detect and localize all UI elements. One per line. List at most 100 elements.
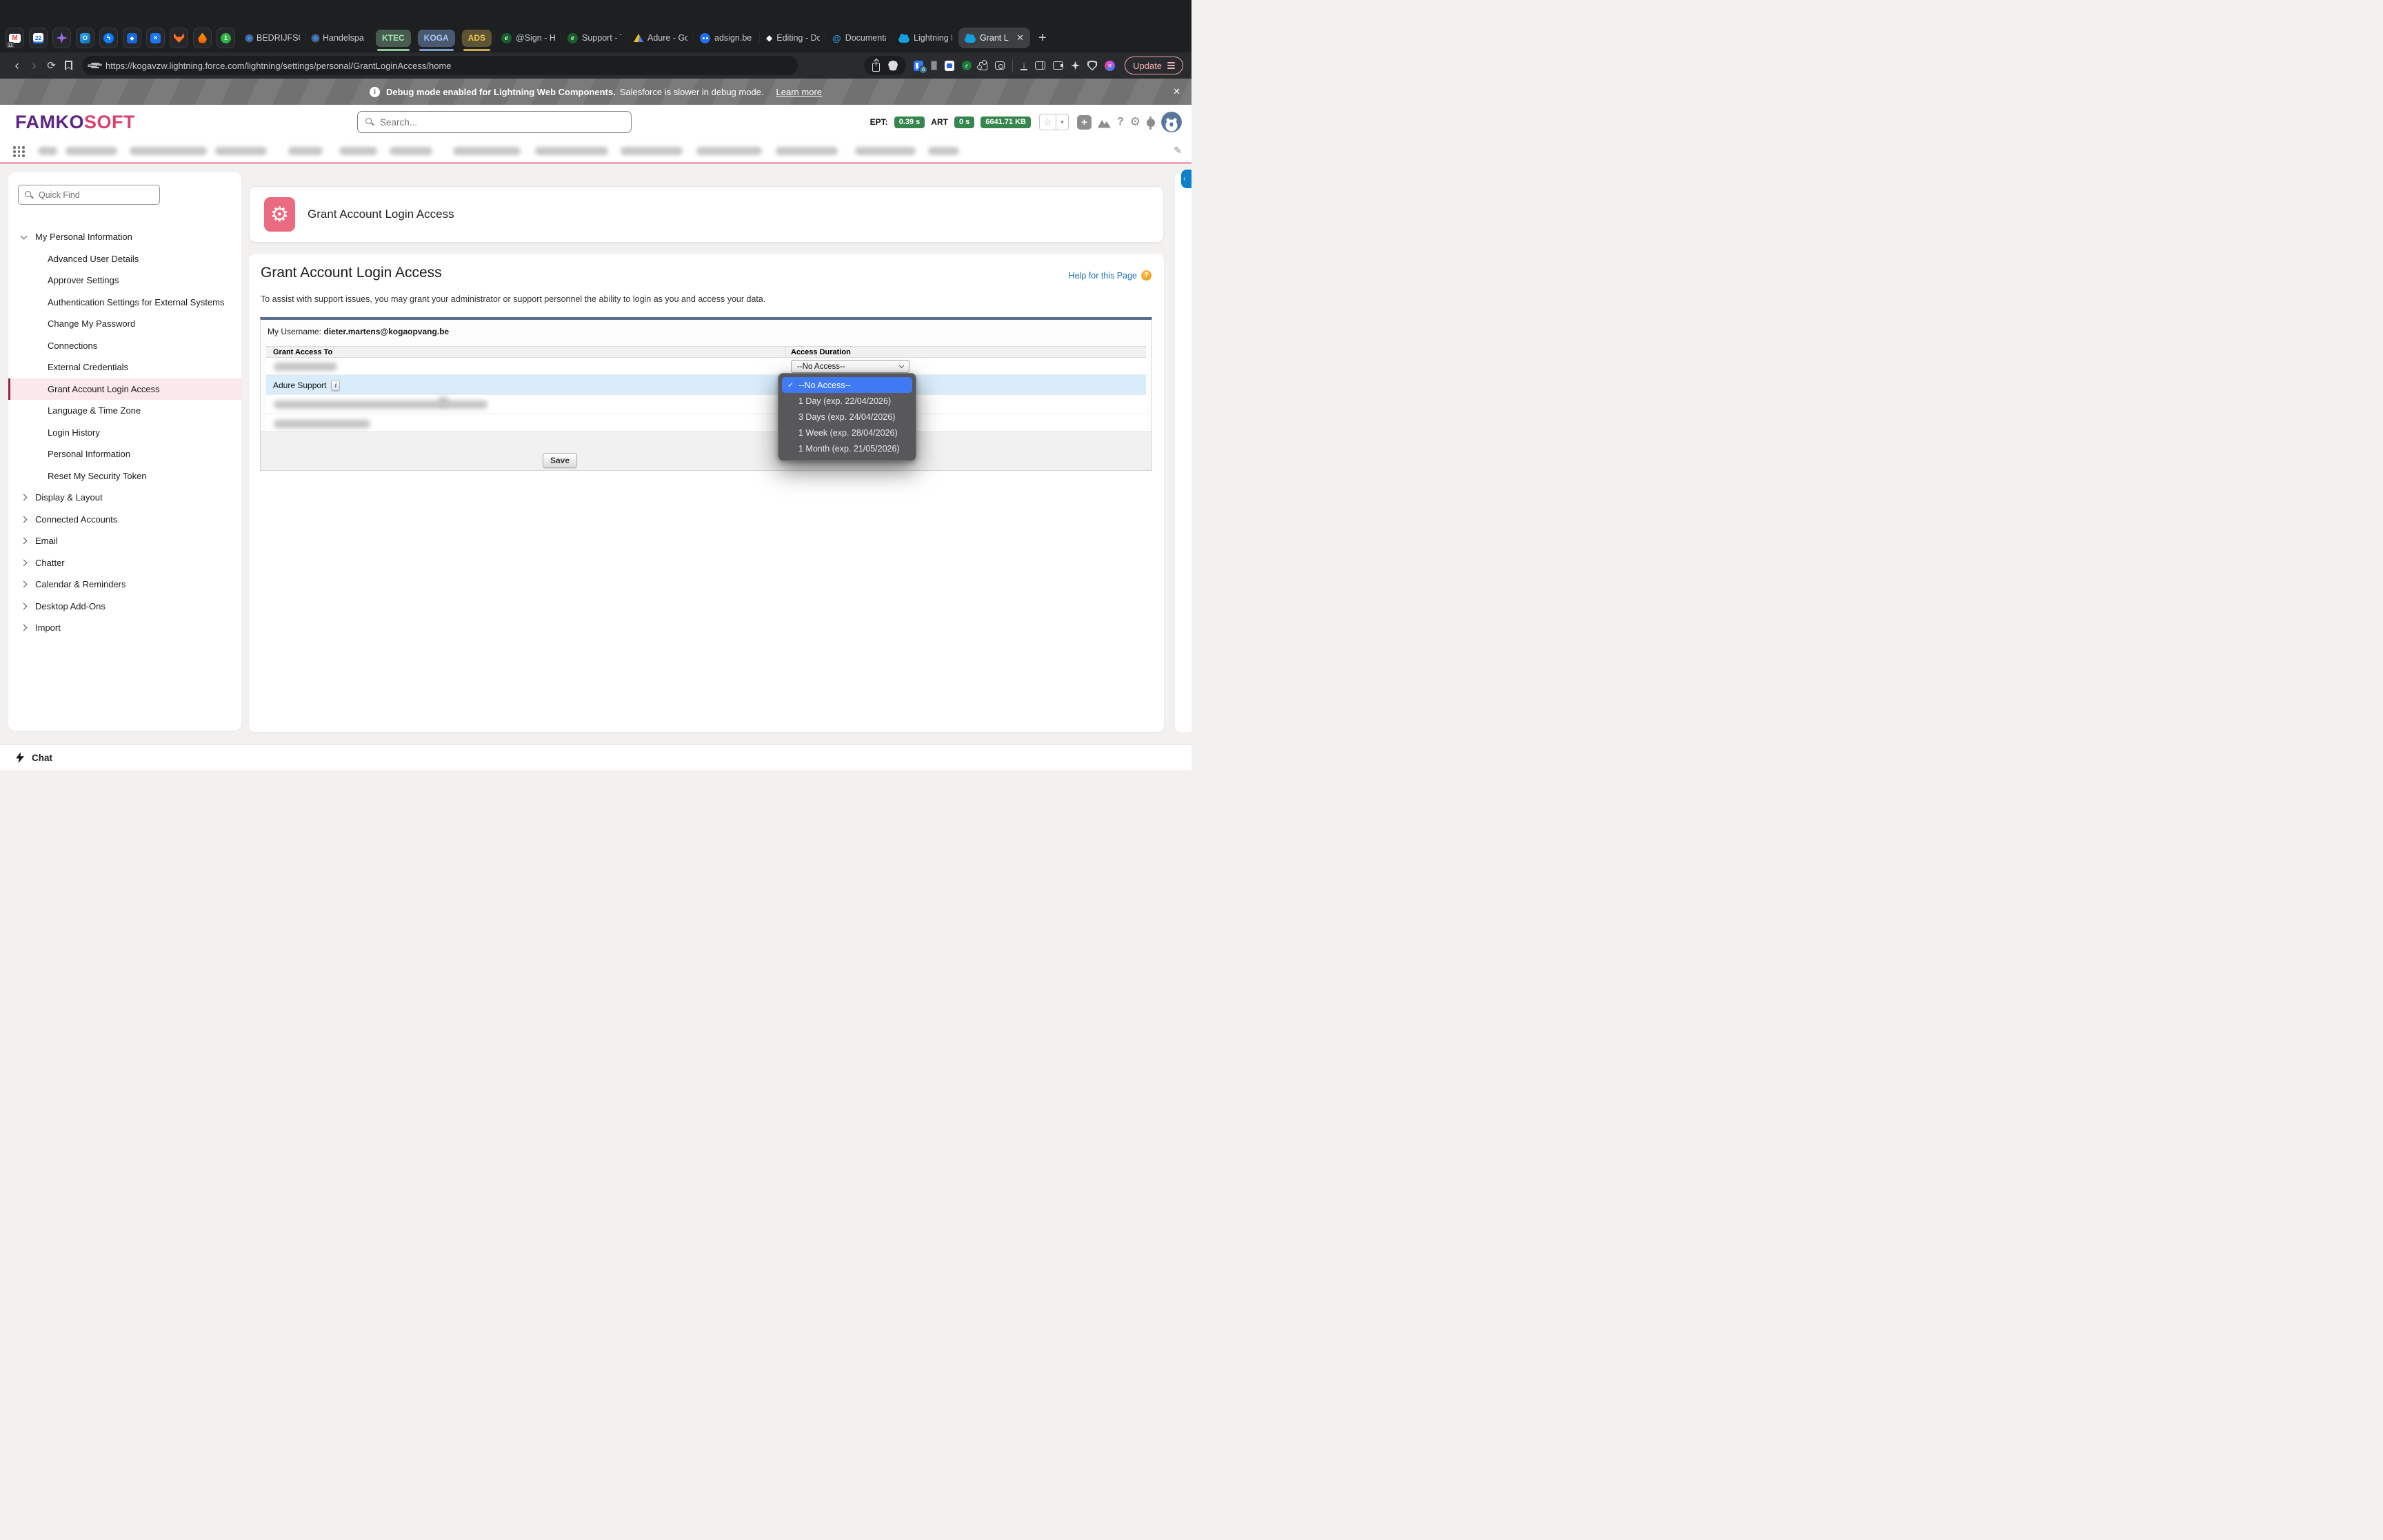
nav-item-redacted[interactable] (66, 147, 117, 155)
pinned-tab-gmail[interactable]: M 11 (6, 28, 24, 48)
address-bar[interactable]: https://kogavzw.lightning.force.com/ligh… (82, 56, 798, 75)
pinned-tab-outlook[interactable]: O (76, 28, 94, 48)
tab-group-ktec[interactable]: KTEC (376, 29, 411, 51)
sidebar-section-desktop-add-ons[interactable]: Desktop Add-Ons (8, 596, 241, 618)
nav-item-redacted[interactable] (339, 147, 377, 155)
pinned-tab-gitlab[interactable] (170, 28, 188, 48)
sidebar-section-my-personal-information[interactable]: My Personal Information (8, 226, 241, 248)
pinned-tab-calendar[interactable]: 22 (29, 28, 48, 48)
wallet-icon[interactable] (1053, 61, 1064, 70)
banner-close-icon[interactable]: ✕ (1173, 86, 1180, 97)
dropdown-option-0[interactable]: --No Access-- (782, 377, 912, 393)
update-button[interactable]: Update (1125, 57, 1183, 74)
tab-group-ads[interactable]: ADS (461, 29, 492, 51)
sidebar-item-advanced-user-details[interactable]: Advanced User Details (8, 248, 241, 270)
access-duration-select[interactable]: --No Access-- (791, 360, 909, 373)
sidebar-item-login-history[interactable]: Login History (8, 422, 241, 444)
star-icon[interactable]: ☆ (1040, 114, 1056, 130)
nav-item-redacted[interactable] (621, 147, 683, 155)
pinned-tab-whatsapp[interactable]: 1 (217, 28, 235, 48)
nav-item-redacted[interactable] (855, 147, 916, 155)
nav-item-redacted[interactable] (776, 147, 838, 155)
browser-tab-adsign-be-[interactable]: adsign.be - (693, 28, 760, 48)
quick-find-input[interactable] (18, 185, 160, 205)
help-question-icon[interactable]: ? (1141, 270, 1152, 281)
nav-item-redacted[interactable] (288, 147, 323, 155)
browser-tab-documenta[interactable]: @ Documenta (825, 28, 892, 48)
browser-tab-lightning-e[interactable]: Lightning E (892, 28, 958, 48)
sidebar-item-grant-account-login-access[interactable]: Grant Account Login Access (8, 378, 241, 400)
sidebar-item-authentication-settings-for-external-systems[interactable]: Authentication Settings for External Sys… (8, 292, 241, 314)
nav-item-redacted[interactable] (928, 147, 959, 155)
salesforce-extension-icon[interactable] (945, 60, 955, 71)
close-tab-icon[interactable]: ✕ (1016, 32, 1024, 43)
save-button[interactable]: Save (543, 453, 578, 468)
nav-item-redacted[interactable] (696, 147, 762, 155)
browser-tab-editing-do[interactable]: ◆ Editing - Do (759, 28, 826, 48)
app-launcher-icon[interactable] (13, 146, 25, 157)
leo-ai-icon[interactable] (1071, 61, 1080, 70)
sidebar-item-approver-settings[interactable]: Approver Settings (8, 270, 241, 292)
tab-group-koga[interactable]: KOGA (416, 29, 455, 51)
browser-tab-handelspa[interactable]: Handelspa (305, 28, 372, 48)
phone-extension-icon[interactable] (931, 61, 938, 70)
extension-icon[interactable]: 6 (914, 60, 928, 74)
vpn-shield-icon[interactable] (1087, 60, 1098, 71)
downloads-icon[interactable]: ↓ (1020, 61, 1028, 70)
help-for-page-link[interactable]: Help for this Page (1069, 271, 1137, 281)
pinned-tab-flame[interactable] (193, 28, 212, 48)
notifications-bell-icon[interactable] (1147, 116, 1155, 130)
dropdown-option-3[interactable]: 1 Week (exp. 28/04/2026) (778, 425, 916, 440)
browser-tab-support-t[interactable]: e Support - T (561, 28, 627, 48)
edit-nav-pencil-icon[interactable]: ✎ (1174, 145, 1182, 156)
dropdown-option-2[interactable]: 3 Days (exp. 24/04/2026) (778, 409, 916, 425)
dropdown-option-4[interactable]: 1 Month (exp. 21/05/2026) (778, 440, 916, 456)
nav-item-redacted[interactable] (130, 147, 207, 155)
browser-profile-avatar[interactable]: ✕ (1105, 60, 1116, 71)
nav-item-redacted[interactable] (390, 147, 432, 155)
site-settings-icon[interactable] (91, 62, 99, 69)
favorites-control[interactable]: ☆ ▼ (1038, 114, 1069, 130)
search-input[interactable] (357, 111, 632, 133)
nav-item-redacted[interactable] (453, 147, 521, 155)
sidebar-item-reset-my-security-token[interactable]: Reset My Security Token (8, 465, 241, 487)
sidebar-item-connections[interactable]: Connections (8, 335, 241, 357)
learn-more-link[interactable]: Learn more (776, 87, 822, 97)
sidebar-section-chatter[interactable]: Chatter (8, 552, 241, 574)
pinned-tab-jira[interactable]: ◆ (123, 28, 141, 48)
pinned-tab-messenger[interactable]: ϟ (99, 28, 118, 48)
sidebar-section-email[interactable]: Email (8, 530, 241, 552)
sidebar-item-change-my-password[interactable]: Change My Password (8, 313, 241, 335)
bookmark-icon[interactable] (65, 61, 72, 70)
sidebar-section-connected-accounts[interactable]: Connected Accounts (8, 509, 241, 531)
extensions-menu-icon[interactable] (977, 60, 988, 70)
global-search[interactable] (357, 111, 632, 133)
browser-tab-grant-l[interactable]: Grant L ✕ (958, 28, 1031, 48)
tab-search-icon[interactable] (995, 61, 1005, 70)
nav-item-redacted[interactable] (535, 147, 608, 155)
browser-tab-adure-go[interactable]: Adure - Go (627, 28, 694, 48)
pinned-tab-bluex[interactable]: × (146, 28, 165, 48)
sidebar-toggle-icon[interactable] (1035, 61, 1046, 70)
right-panel-handle[interactable]: ‹ (1181, 170, 1192, 188)
new-tab-button[interactable]: + (1038, 30, 1047, 46)
info-button[interactable]: i (331, 380, 341, 391)
share-icon[interactable] (872, 59, 881, 72)
back-button[interactable]: ‹ (8, 59, 26, 72)
chat-label[interactable]: Chat (32, 753, 52, 763)
forward-button[interactable]: › (26, 59, 43, 72)
favorites-dropdown-icon[interactable]: ▼ (1055, 114, 1068, 130)
pinned-tab-gemini[interactable] (52, 28, 71, 48)
brave-lion-icon[interactable] (888, 60, 898, 71)
help-icon[interactable]: ? (1117, 116, 1124, 128)
browser-tab-bedrijfsg[interactable]: BEDRIJFSG (240, 28, 306, 48)
sidebar-item-external-credentials[interactable]: External Credentials (8, 356, 241, 378)
sidebar-item-personal-information[interactable]: Personal Information (8, 443, 241, 465)
browser-tab--sign-ho[interactable]: e @Sign - Ho (494, 28, 561, 48)
sidebar-section-import[interactable]: Import (8, 617, 241, 639)
reload-button[interactable]: ⟳ (43, 61, 60, 71)
user-avatar[interactable] (1161, 112, 1182, 132)
nav-item-redacted[interactable] (215, 147, 267, 155)
trailhead-icon[interactable] (1097, 120, 1111, 128)
quick-create-icon[interactable]: + (1076, 114, 1092, 130)
